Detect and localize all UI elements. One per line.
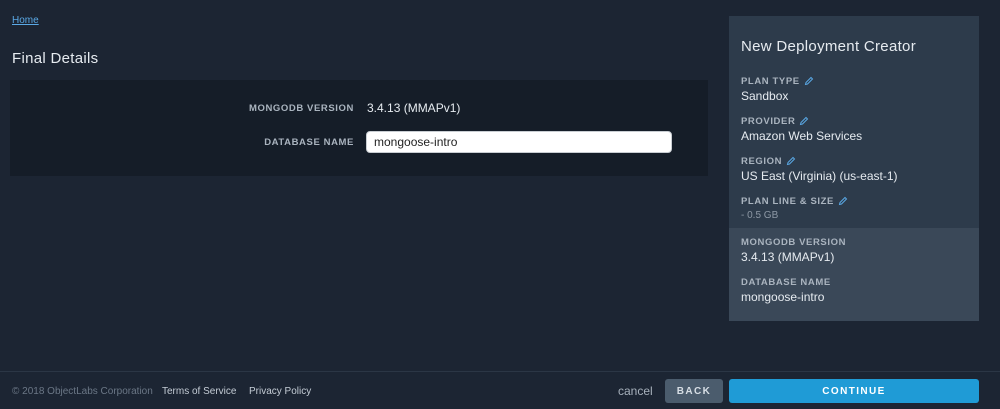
database-name-row: DATABASE NAME xyxy=(10,131,708,155)
mongodb-version-row: MONGODB VERSION 3.4.13 (MMAPv1) xyxy=(10,97,708,121)
mongodb-version-value: 3.4.13 (MMAPv1) xyxy=(367,101,461,115)
page-title: Final Details xyxy=(12,50,99,67)
pencil-icon[interactable] xyxy=(786,156,796,166)
summary-mongodb-version-label: MONGODB VERSION xyxy=(741,236,847,248)
plan-line-label: PLAN LINE & SIZE xyxy=(741,195,834,207)
pencil-icon[interactable] xyxy=(804,76,814,86)
breadcrumb-home-link[interactable]: Home xyxy=(12,15,39,26)
final-details-form: MONGODB VERSION 3.4.13 (MMAPv1) DATABASE… xyxy=(10,80,708,176)
sidebar-title: New Deployment Creator xyxy=(741,38,916,55)
database-name-input[interactable] xyxy=(366,131,672,153)
pencil-icon[interactable] xyxy=(799,116,809,126)
summary-region: REGION US East (Virginia) (us-east-1) xyxy=(741,155,898,184)
footer-bar: © 2018 ObjectLabs Corporation Terms of S… xyxy=(0,371,1000,409)
copyright-text: © 2018 ObjectLabs Corporation xyxy=(12,386,153,397)
summary-mongodb-version: MONGODB VERSION 3.4.13 (MMAPv1) xyxy=(741,236,847,265)
summary-provider: PROVIDER Amazon Web Services xyxy=(741,115,863,144)
pencil-icon[interactable] xyxy=(838,196,848,206)
cancel-link[interactable]: cancel xyxy=(618,384,653,398)
plan-type-value: Sandbox xyxy=(741,89,789,103)
region-label: REGION xyxy=(741,155,783,167)
summary-mongodb-version-value: 3.4.13 (MMAPv1) xyxy=(741,250,835,264)
summary-plan-type: PLAN TYPE Sandbox xyxy=(741,75,814,103)
terms-of-service-link[interactable]: Terms of Service xyxy=(162,386,236,397)
plan-type-label: PLAN TYPE xyxy=(741,75,800,87)
database-name-label: DATABASE NAME xyxy=(264,137,354,148)
provider-value: Amazon Web Services xyxy=(741,129,863,143)
summary-plan-line: PLAN LINE & SIZE - 0.5 GB xyxy=(741,195,848,221)
summary-database-name-label: DATABASE NAME xyxy=(741,276,831,288)
deployment-summary-sidebar: New Deployment Creator PLAN TYPE Sandbox… xyxy=(729,16,979,321)
summary-database-name: DATABASE NAME mongoose-intro xyxy=(741,276,831,305)
continue-button[interactable]: CONTINUE xyxy=(729,379,979,403)
mongodb-version-label: MONGODB VERSION xyxy=(248,103,354,114)
back-button[interactable]: BACK xyxy=(665,379,723,403)
summary-database-name-value: mongoose-intro xyxy=(741,290,825,304)
provider-label: PROVIDER xyxy=(741,115,796,127)
region-value: US East (Virginia) (us-east-1) xyxy=(741,169,898,183)
privacy-policy-link[interactable]: Privacy Policy xyxy=(249,386,311,397)
plan-line-value: - 0.5 GB xyxy=(741,210,779,221)
